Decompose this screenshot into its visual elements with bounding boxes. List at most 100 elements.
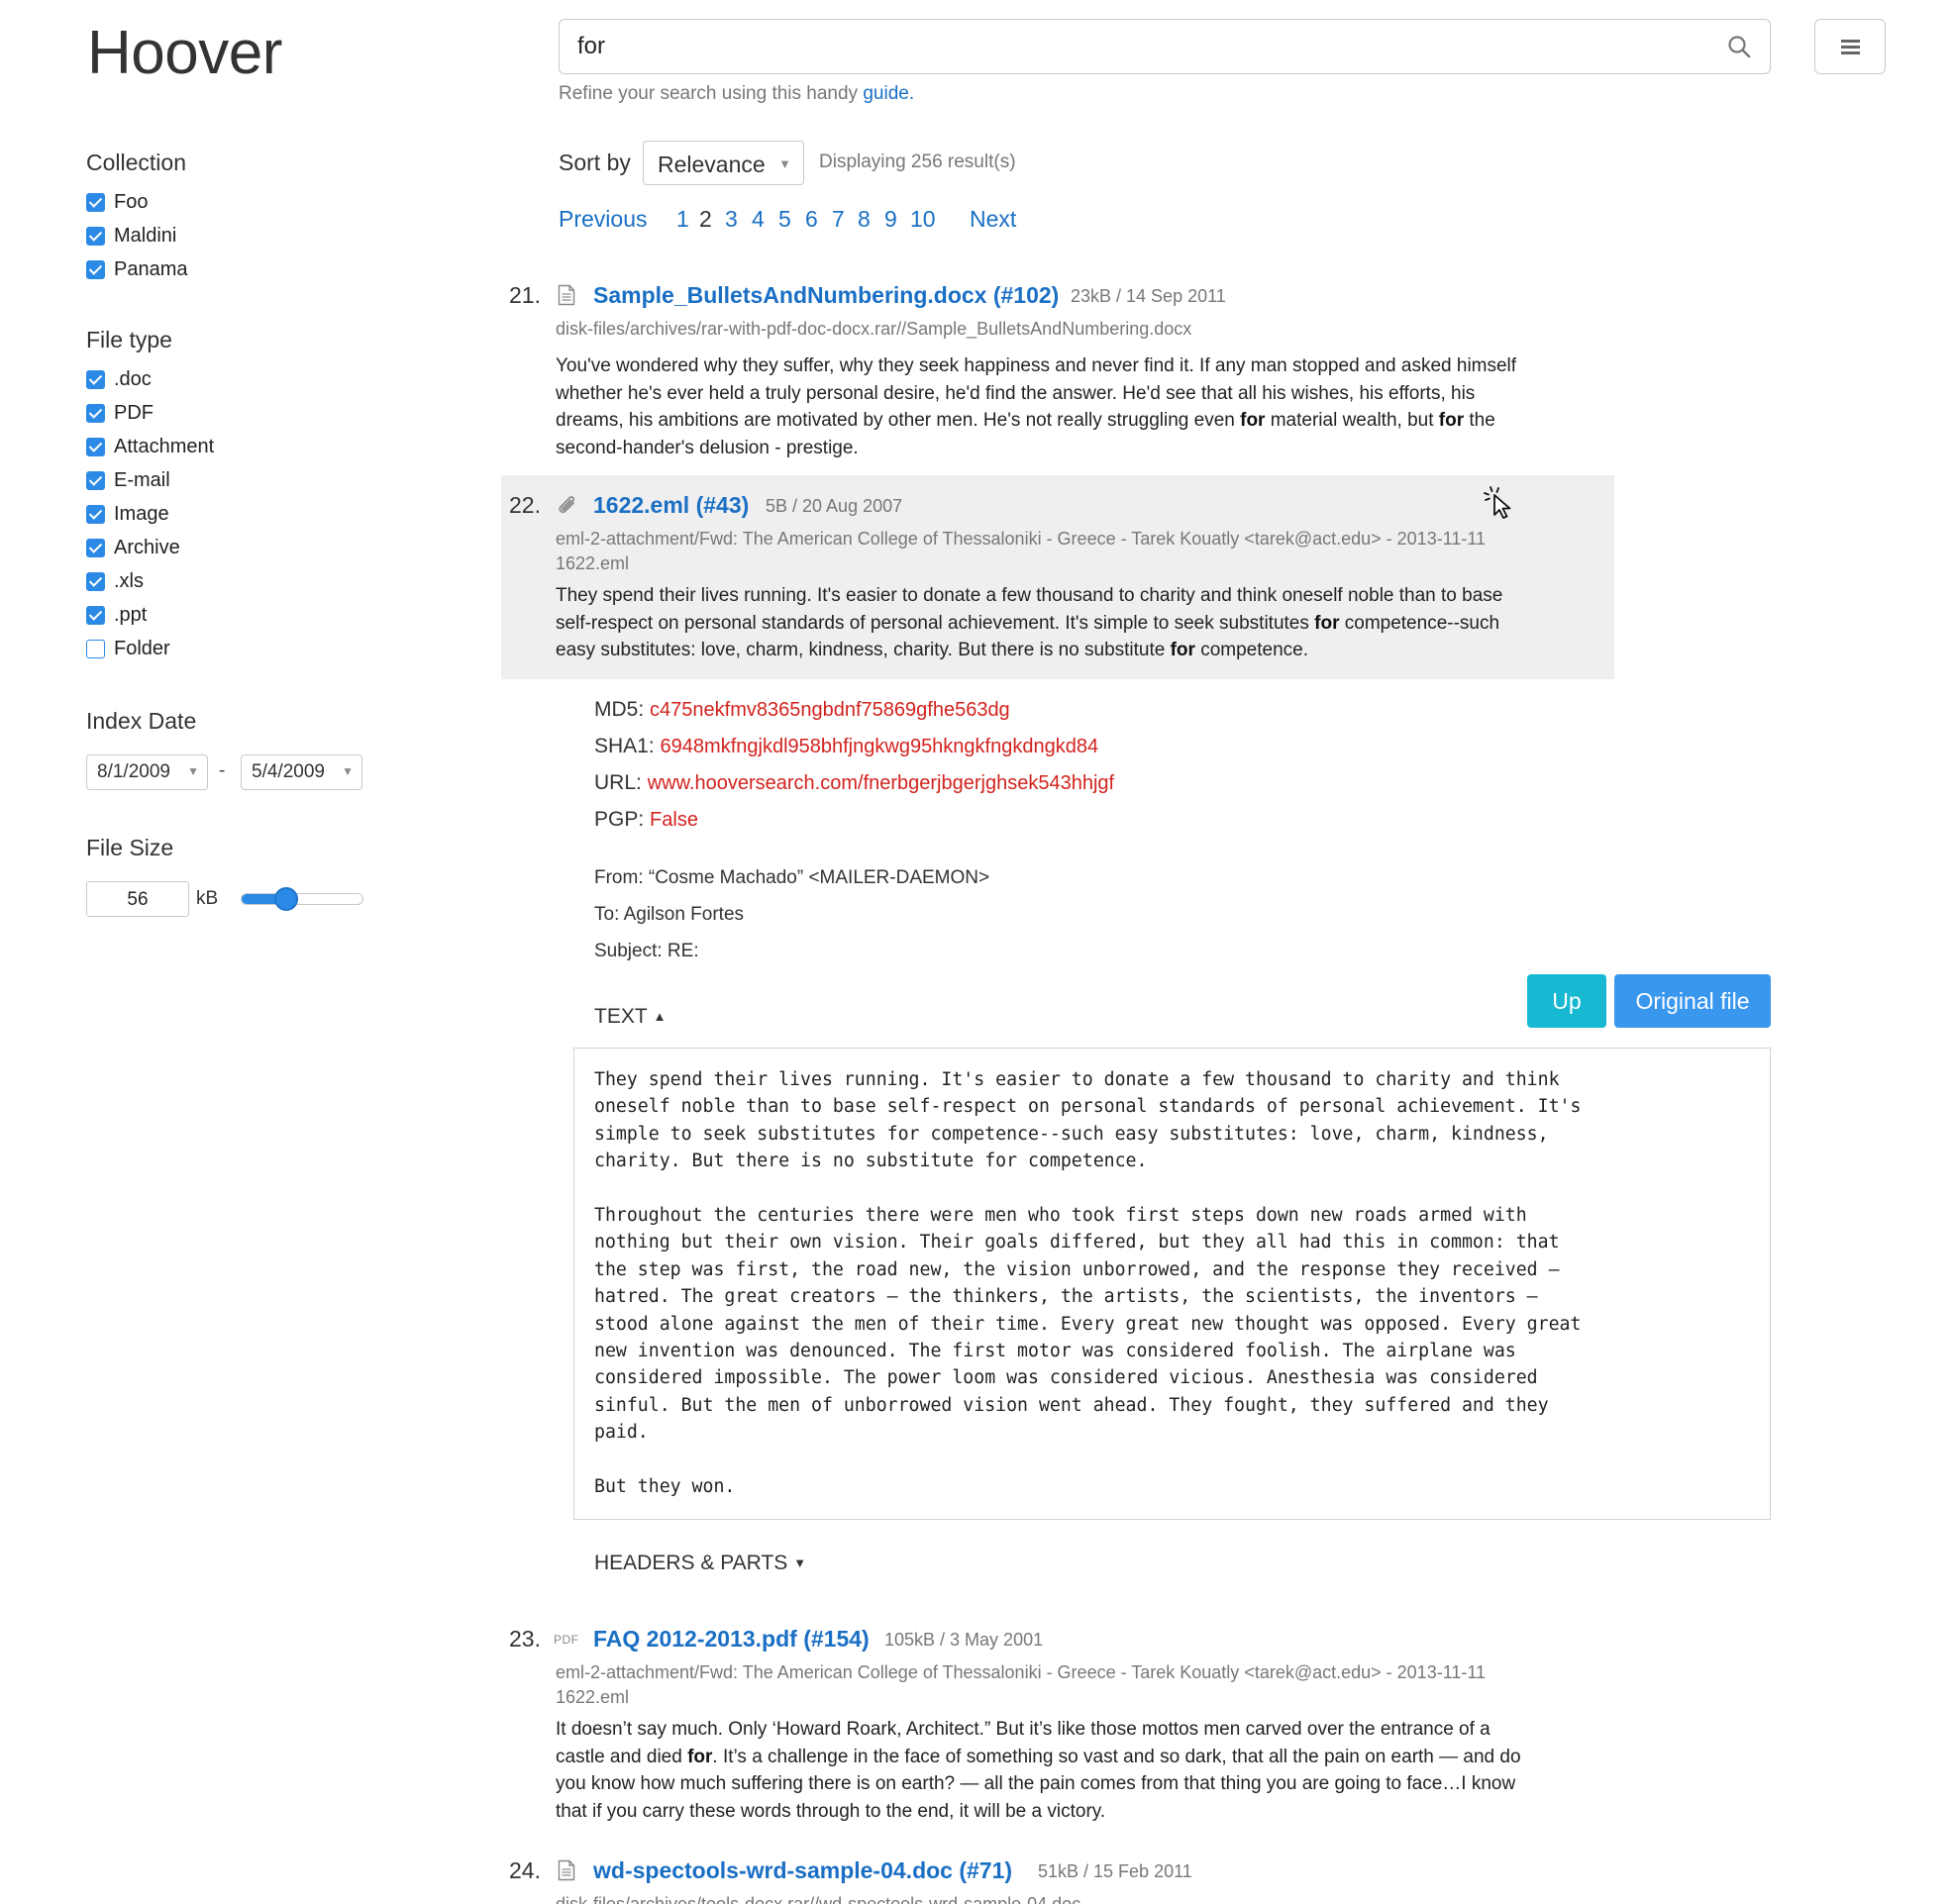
pagination-page-8[interactable]: 8 [858, 206, 871, 233]
file-size-unit: kB [196, 888, 219, 909]
url-row: URL: www.hooversearch.com/fnerbgerjbgerj… [594, 771, 1115, 794]
pagination-page-5[interactable]: 5 [778, 206, 791, 233]
file-type-option-attachment[interactable]: Attachment [86, 435, 214, 458]
file-type-option-ppt[interactable]: .ppt [86, 603, 147, 627]
checkbox-checked[interactable] [86, 192, 105, 212]
checkbox-checked[interactable] [86, 259, 105, 279]
checkbox-checked[interactable] [86, 470, 105, 490]
file-size-slider-track[interactable] [241, 893, 363, 905]
option-label: .doc [114, 367, 152, 390]
search-box[interactable] [559, 19, 1771, 74]
headers-parts-toggle[interactable]: HEADERS & PARTS ▼ [594, 1552, 806, 1575]
sha1-row: SHA1: 6948mkfngjkdl958bhfjngkwg95hkngkfn… [594, 735, 1099, 757]
result-number: 22. [509, 492, 541, 518]
up-button[interactable]: Up [1527, 974, 1606, 1028]
collection-option-foo[interactable]: Foo [86, 190, 148, 214]
headers-parts-label: HEADERS & PARTS [594, 1552, 788, 1574]
email-from: From: “Cosme Machado” <MAILER-DAEMON> [594, 867, 990, 888]
email-subject: Subject: RE: [594, 941, 699, 961]
result-title-link[interactable]: wd-spectools-wrd-sample-04.doc (#71) [593, 1857, 1012, 1884]
result-path: eml-2-attachment/Fwd: The American Colle… [556, 529, 1487, 573]
result-meta: 5B / 20 Aug 2007 [766, 496, 903, 516]
text-section-label: TEXT [594, 1005, 648, 1028]
file-size-input[interactable]: 56 [86, 881, 189, 917]
result-meta: 51kB / 15 Feb 2011 [1038, 1861, 1192, 1881]
result-path: disk-files/archives/tools-docx.rar//wd-s… [556, 1894, 1081, 1904]
guide-link[interactable]: guide. [863, 83, 914, 104]
text-content: They spend their lives running. It's eas… [594, 1069, 1582, 1498]
file-type-option-image[interactable]: Image [86, 502, 169, 526]
result-snippet: You've wondered why they suffer, why the… [556, 355, 1517, 458]
file-size-slider-thumb[interactable] [273, 887, 298, 911]
option-label: Image [114, 502, 169, 525]
pagination-page-1[interactable]: 1 [676, 206, 689, 233]
option-label: .xls [114, 569, 144, 592]
file-type-option-email[interactable]: E-mail [86, 468, 170, 492]
checkbox-checked[interactable] [86, 538, 105, 557]
pagination-page-10[interactable]: 10 [910, 206, 936, 233]
file-type-option-xls[interactable]: .xls [86, 569, 144, 593]
search-input[interactable] [577, 30, 1706, 63]
pdf-file-icon: PDF [554, 1633, 579, 1647]
file-type-option-folder[interactable]: Folder [86, 637, 170, 660]
sort-label: Sort by [559, 150, 631, 175]
pagination-previous[interactable]: Previous [559, 206, 647, 233]
checkbox-unchecked[interactable] [86, 639, 105, 658]
pagination-page-6[interactable]: 6 [805, 206, 818, 233]
search-guide-hint: Refine your search using this handy guid… [559, 83, 914, 105]
sort-select[interactable]: Relevance ▼ [643, 141, 804, 185]
file-type-option-doc[interactable]: .doc [86, 367, 152, 391]
checkbox-checked[interactable] [86, 369, 105, 389]
pagination-page-3[interactable]: 3 [725, 206, 738, 233]
file-type-option-pdf[interactable]: PDF [86, 401, 154, 425]
checkbox-checked[interactable] [86, 403, 105, 423]
pagination-next[interactable]: Next [970, 206, 1016, 233]
checkbox-checked[interactable] [86, 226, 105, 246]
result-title-link[interactable]: FAQ 2012-2013.pdf (#154) [593, 1626, 870, 1653]
email-to: To: Agilson Fortes [594, 904, 745, 925]
mouse-cursor-icon [1484, 486, 1511, 519]
checkbox-checked[interactable] [86, 571, 105, 591]
result-path: eml-2-attachment/Fwd: The American Colle… [556, 1662, 1487, 1707]
option-label: E-mail [114, 468, 170, 491]
index-date-to-select[interactable]: 5/4/2009 ▼ [241, 754, 362, 790]
result-title-link[interactable]: Sample_BulletsAndNumbering.docx (#102) [593, 282, 1059, 309]
result-path: disk-files/archives/rar-with-pdf-doc-doc… [556, 319, 1192, 339]
pgp-value: False [650, 809, 698, 831]
result-meta: 105kB / 3 May 2001 [884, 1630, 1044, 1650]
pagination-page-2-current: 2 [699, 206, 712, 232]
file-type-option-archive[interactable]: Archive [86, 536, 180, 559]
hamburger-menu-button[interactable] [1814, 19, 1886, 74]
caret-down-icon: ▼ [342, 764, 354, 778]
pagination-page-9[interactable]: 9 [884, 206, 897, 233]
search-icon[interactable] [1726, 34, 1752, 59]
option-label: .ppt [114, 603, 148, 626]
checkbox-checked[interactable] [86, 605, 105, 625]
result-count: Displaying 256 result(s) [819, 151, 1016, 172]
original-file-button[interactable]: Original file [1614, 974, 1771, 1028]
date-to-value: 5/4/2009 [252, 761, 325, 782]
collection-option-maldini[interactable]: Maldini [86, 224, 176, 248]
checkbox-checked[interactable] [86, 504, 105, 524]
option-label: PDF [114, 401, 154, 424]
document-icon [558, 1859, 575, 1881]
sha1-value[interactable]: 6948mkfngjkdl958bhfjngkwg95hkngkfngkdngk… [661, 736, 1099, 757]
index-date-filter-title: Index Date [86, 708, 197, 734]
option-label: Attachment [114, 435, 215, 457]
collection-option-panama[interactable]: Panama [86, 257, 188, 281]
result-title-link[interactable]: 1622.eml (#43) [593, 492, 749, 519]
app-logo[interactable]: Hoover [87, 18, 282, 88]
pagination-page-4[interactable]: 4 [752, 206, 765, 233]
md5-value[interactable]: c475nekfmv8365ngbdnf75869gfhe563dg [650, 699, 1010, 721]
date-from-value: 8/1/2009 [97, 761, 170, 782]
url-link[interactable]: www.hooversearch.com/fnerbgerjbgerjghsek… [648, 772, 1114, 794]
text-section-toggle[interactable]: TEXT ▲ [594, 1005, 667, 1029]
pgp-row: PGP: False [594, 808, 698, 831]
collection-filter-title: Collection [86, 150, 186, 175]
file-size-filter-title: File Size [86, 835, 174, 860]
text-content-box[interactable]: They spend their lives running. It's eas… [573, 1048, 1771, 1520]
index-date-from-select[interactable]: 8/1/2009 ▼ [86, 754, 208, 790]
pagination-page-7[interactable]: 7 [832, 206, 845, 233]
option-label: Maldini [114, 224, 177, 247]
checkbox-checked[interactable] [86, 437, 105, 456]
